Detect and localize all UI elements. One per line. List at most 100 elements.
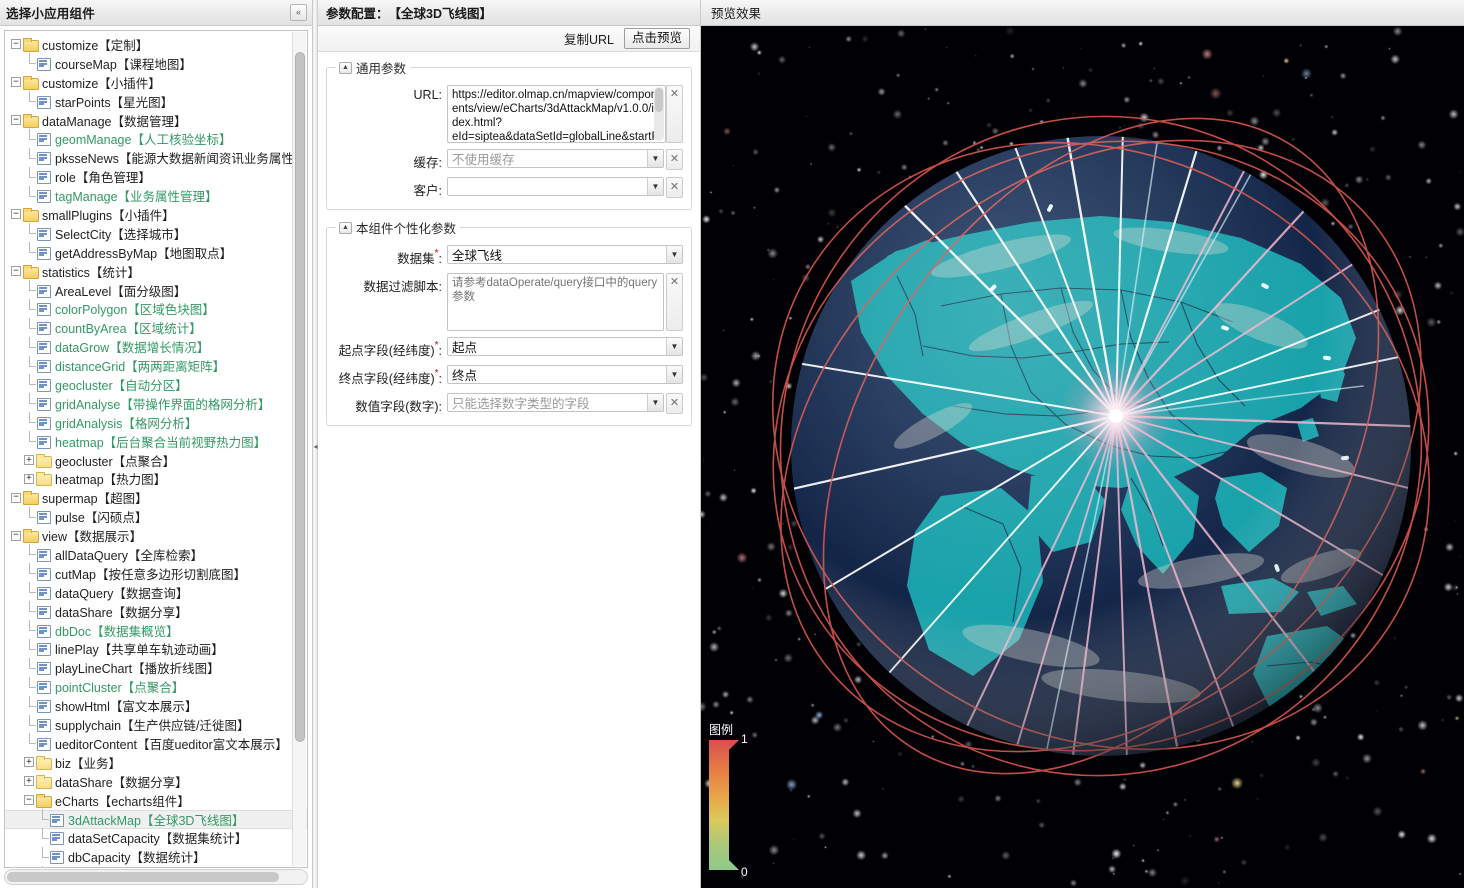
chevron-down-icon[interactable]: ▼ bbox=[666, 246, 682, 263]
click-preview-button[interactable]: 点击预览 bbox=[624, 28, 690, 49]
url-input-scrollbar[interactable] bbox=[654, 87, 664, 141]
collapse-minus-icon[interactable]: − bbox=[11, 266, 21, 276]
number-field-select[interactable]: 只能选择数字类型的字段 ▼ bbox=[447, 393, 664, 412]
chevron-down-icon[interactable]: ▼ bbox=[666, 338, 682, 355]
tree-indent bbox=[11, 357, 24, 375]
tree-leaf-node[interactable]: getAddressByMap【地图取点】 bbox=[5, 243, 307, 262]
left-panel-header: 选择小应用组件 « bbox=[0, 0, 312, 26]
client-select[interactable]: ▼ bbox=[447, 177, 664, 196]
tree-node-label: dataShare【数据分享】 bbox=[55, 602, 188, 621]
end-field-select[interactable]: 终点 ▼ bbox=[447, 365, 683, 384]
tree-leaf-node[interactable]: linesAnimation【线路轨迹动效】 bbox=[5, 866, 307, 867]
globe-preview-canvas[interactable]: 图例 1 0 bbox=[701, 26, 1464, 888]
tree-leaf-node[interactable]: pointCluster【点聚合】 bbox=[5, 677, 307, 696]
tree-folder-node[interactable]: −statistics【统计】 bbox=[5, 262, 307, 281]
tree-node-label: dataShare【数据分享】 bbox=[55, 772, 188, 791]
tree-elbow-line bbox=[24, 168, 36, 186]
tree-leaf-node[interactable]: pulse【闪硕点】 bbox=[5, 507, 307, 526]
tree-leaf-node[interactable]: dataGrow【数据增长情况】 bbox=[5, 337, 307, 356]
tree-indent bbox=[11, 564, 24, 582]
tree-folder-node[interactable]: +biz【业务】 bbox=[5, 753, 307, 772]
filter-script-clear-button[interactable]: ✕ bbox=[666, 273, 683, 331]
component-tree-scroll[interactable]: −customize【定制】courseMap【课程地图】−customize【… bbox=[5, 31, 307, 867]
chevron-down-icon[interactable]: ▼ bbox=[666, 366, 682, 383]
tree-leaf-node[interactable]: colorPolygon【区域色块图】 bbox=[5, 299, 307, 318]
tree-leaf-node[interactable]: 3dAttackMap【全球3D飞线图】 bbox=[5, 810, 307, 829]
tree-leaf-node[interactable]: countByArea【区域统计】 bbox=[5, 318, 307, 337]
copy-url-button[interactable]: 复制URL bbox=[564, 29, 614, 48]
expand-plus-icon[interactable]: + bbox=[24, 757, 34, 767]
tree-leaf-node[interactable]: dbDoc【数据集概览】 bbox=[5, 621, 307, 640]
tree-folder-node[interactable]: −smallPlugins【小插件】 bbox=[5, 205, 307, 224]
tree-leaf-node[interactable]: showHtml【富文本展示】 bbox=[5, 696, 307, 715]
client-clear-button[interactable]: ✕ bbox=[666, 177, 683, 198]
tree-folder-node[interactable]: −eCharts【echarts组件】 bbox=[5, 791, 307, 810]
collapse-minus-icon[interactable]: − bbox=[11, 77, 21, 87]
filter-script-input[interactable] bbox=[447, 273, 664, 331]
chevron-down-icon[interactable]: ▼ bbox=[647, 150, 663, 167]
expand-plus-icon[interactable]: + bbox=[24, 474, 34, 484]
tree-leaf-node[interactable]: starPoints【星光图】 bbox=[5, 92, 307, 111]
tree-leaf-node[interactable]: gridAnalysis【格网分析】 bbox=[5, 413, 307, 432]
tree-folder-node[interactable]: +heatmap【热力图】 bbox=[5, 469, 307, 488]
url-input[interactable] bbox=[447, 85, 666, 143]
tree-leaf-node[interactable]: dbCapacity【数据统计】 bbox=[5, 847, 307, 866]
collapse-minus-icon[interactable]: − bbox=[11, 115, 21, 125]
tree-leaf-node[interactable]: tagManage【业务属性管理】 bbox=[5, 186, 307, 205]
cache-clear-button[interactable]: ✕ bbox=[666, 149, 683, 170]
tree-leaf-node[interactable]: playLineChart【播放折线图】 bbox=[5, 658, 307, 677]
tree-folder-node[interactable]: −view【数据展示】 bbox=[5, 526, 307, 545]
tree-leaf-node[interactable]: allDataQuery【全库检索】 bbox=[5, 545, 307, 564]
tree-leaf-node[interactable]: heatmap【后台聚合当前视野热力图】 bbox=[5, 432, 307, 451]
tree-leaf-node[interactable]: gridAnalyse【带操作界面的格网分析】 bbox=[5, 394, 307, 413]
tree-leaf-node[interactable]: geocluster【自动分区】 bbox=[5, 375, 307, 394]
collapse-panel-button[interactable]: « bbox=[290, 4, 307, 21]
collapse-triangle-up-icon[interactable]: ▲ bbox=[339, 222, 352, 234]
folder-open-icon bbox=[23, 491, 38, 504]
tree-leaf-node[interactable]: linePlay【共享单车轨迹动画】 bbox=[5, 640, 307, 659]
url-clear-button[interactable]: ✕ bbox=[666, 85, 683, 143]
collapse-minus-icon[interactable]: − bbox=[11, 531, 21, 541]
tree-horizontal-scrollbar-thumb[interactable] bbox=[7, 872, 279, 882]
tree-leaf-node[interactable]: dataShare【数据分享】 bbox=[5, 602, 307, 621]
tree-horizontal-scrollbar[interactable] bbox=[4, 869, 308, 885]
tree-leaf-node[interactable]: pksseNews【能源大数据新闻资讯业务属性管理】 bbox=[5, 148, 307, 167]
tree-leaf-node[interactable]: role【角色管理】 bbox=[5, 167, 307, 186]
tree-folder-node[interactable]: −customize【定制】 bbox=[5, 35, 307, 54]
required-asterisk: * bbox=[435, 248, 439, 259]
tree-vertical-scrollbar-thumb[interactable] bbox=[295, 52, 305, 742]
tree-leaf-node[interactable]: supplychain【生产供应链/迁徙图】 bbox=[5, 715, 307, 734]
tree-folder-node[interactable]: −customize【小插件】 bbox=[5, 73, 307, 92]
cache-select[interactable]: 不使用缓存 ▼ bbox=[447, 149, 664, 168]
collapse-triangle-up-icon[interactable]: ▲ bbox=[339, 62, 352, 74]
folder-open-icon bbox=[36, 794, 51, 807]
collapse-minus-icon[interactable]: − bbox=[11, 39, 21, 49]
splitter-arrow-icon[interactable]: ◂ bbox=[313, 440, 318, 454]
collapse-minus-icon[interactable]: − bbox=[24, 795, 34, 805]
tree-leaf-node[interactable]: dataQuery【数据查询】 bbox=[5, 583, 307, 602]
tree-folder-node[interactable]: −supermap【超图】 bbox=[5, 488, 307, 507]
tree-leaf-node[interactable]: AreaLevel【面分级图】 bbox=[5, 281, 307, 300]
dataset-select[interactable]: 全球飞线 ▼ bbox=[447, 245, 683, 264]
tree-folder-node[interactable]: −dataManage【数据管理】 bbox=[5, 111, 307, 130]
collapse-minus-icon[interactable]: − bbox=[11, 493, 21, 503]
collapse-minus-icon[interactable]: − bbox=[11, 209, 21, 219]
tree-leaf-node[interactable]: courseMap【课程地图】 bbox=[5, 54, 307, 73]
expand-plus-icon[interactable]: + bbox=[24, 455, 34, 465]
tree-leaf-node[interactable]: distanceGrid【两两距离矩阵】 bbox=[5, 356, 307, 375]
start-field-select[interactable]: 起点 ▼ bbox=[447, 337, 683, 356]
tree-folder-node[interactable]: + dataShare【数据分享】 bbox=[5, 772, 307, 791]
tree-leaf-node[interactable]: SelectCity【选择城市】 bbox=[5, 224, 307, 243]
tree-leaf-node[interactable]: ueditorContent【百度ueditor富文本展示】 bbox=[5, 734, 307, 753]
tree-elbow-line bbox=[24, 187, 36, 205]
tree-folder-node[interactable]: +geocluster【点聚合】 bbox=[5, 451, 307, 470]
chevron-down-icon[interactable]: ▼ bbox=[647, 394, 663, 411]
number-field-clear-button[interactable]: ✕ bbox=[666, 393, 683, 414]
tree-leaf-node[interactable]: cutMap【按任意多边形切割底图】 bbox=[5, 564, 307, 583]
tree-leaf-node[interactable]: dataSetCapacity【数据集统计】 bbox=[5, 829, 307, 848]
expand-plus-icon[interactable]: + bbox=[24, 776, 34, 786]
chevron-down-icon[interactable]: ▼ bbox=[647, 178, 663, 195]
tree-vertical-scrollbar[interactable] bbox=[292, 32, 306, 866]
panel-splitter[interactable]: ◂ bbox=[313, 0, 318, 888]
tree-leaf-node[interactable]: geomManage【人工核验坐标】 bbox=[5, 129, 307, 148]
